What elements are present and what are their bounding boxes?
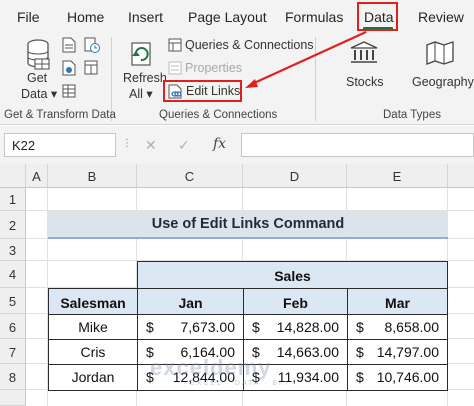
refresh-all-label-2: All ▾ [129,87,153,101]
from-text-icon[interactable] [62,37,76,53]
database-icon [27,39,50,70]
enter-icon[interactable]: ✓ [178,137,190,154]
amount-value: 8,658.00 [384,319,440,335]
group-label-get-transform: Get & Transform Data [4,109,116,121]
row-header-7[interactable]: 7 [0,339,26,364]
cell-amount[interactable]: $ 7,673.00 [137,314,244,340]
row-header-1[interactable]: 1 [0,188,26,211]
amount-value: 11,934.00 [277,369,339,385]
cell-amount[interactable]: $ 8,658.00 [347,314,448,340]
tab-home[interactable]: Home [67,9,104,25]
row-header-3[interactable]: 3 [0,239,26,261]
column-header-f[interactable] [448,164,474,188]
currency-symbol: $ [146,319,154,335]
stocks-icon [350,41,378,63]
group-label-data-types: Data Types [383,109,441,121]
row-header-9[interactable] [0,390,26,406]
get-data-button[interactable]: Get Data ▾ [18,71,58,101]
currency-symbol: $ [356,344,364,360]
recent-sources-icon[interactable] [84,37,100,53]
amount-value: 7,673.00 [180,319,236,335]
amount-value: 10,746.00 [376,369,439,385]
header-feb[interactable]: Feb [243,288,348,315]
cell-salesman[interactable]: Mike [48,314,138,340]
formula-bar: K22 ⋮ ✕ ✓ fx [0,126,474,164]
dots-icon: ⋮ [122,138,132,149]
ribbon-panel: Get Data ▾ Refresh All ▾ Queries & Conne… [0,33,474,125]
from-web-icon[interactable] [62,60,76,76]
sheet-title[interactable]: Use of Edit Links Command [48,211,448,238]
row-header-8[interactable]: 8 [0,364,26,390]
currency-symbol: $ [356,319,364,335]
geography-icon [426,41,454,65]
queries-connections-icon [168,38,182,52]
tab-page-layout[interactable]: Page Layout [188,9,267,25]
currency-symbol: $ [252,319,260,335]
stocks-button[interactable]: Stocks [346,75,384,89]
watermark-logo: exceldemy [150,355,272,380]
group-label-queries: Queries & Connections [159,109,278,121]
name-box[interactable]: K22 [4,133,116,157]
geography-button[interactable]: Geography [412,75,474,89]
properties-icon [168,61,182,75]
column-header-c[interactable]: C [137,164,243,188]
sales-header[interactable]: Sales [137,261,448,289]
formula-input[interactable] [241,133,474,157]
highlight-box-data-tab [357,2,398,31]
row-header-4[interactable]: 4 [0,261,26,288]
row-header-5[interactable]: 5 [0,288,26,314]
header-jan[interactable]: Jan [137,288,244,315]
column-header-a[interactable]: A [26,164,48,188]
column-header-b[interactable]: B [48,164,137,188]
cell-salesman[interactable]: Jordan [48,364,138,391]
watermark-tagline: EXCEL · DATA · BI [190,380,283,387]
refresh-all-button[interactable]: Refresh All ▾ [120,71,167,101]
row-header-2[interactable]: 2 [0,211,26,239]
tab-formulas[interactable]: Formulas [285,9,343,25]
refresh-icon [131,42,151,66]
separator [315,37,316,121]
fx-icon[interactable]: fx [213,136,226,152]
cell-amount[interactable]: $ 14,797.00 [347,339,448,365]
header-mar[interactable]: Mar [347,288,448,315]
highlight-box-edit-links [163,80,242,102]
tab-file[interactable]: File [17,9,40,25]
amount-value: 14,828.00 [276,319,339,335]
cell-amount[interactable]: $ 14,828.00 [243,314,348,340]
header-salesman[interactable]: Salesman [48,288,138,315]
select-all-corner[interactable] [0,164,26,188]
properties-button[interactable]: Properties [185,61,242,75]
amount-value: 14,797.00 [376,344,439,360]
refresh-all-label-1: Refresh [123,71,167,85]
tab-review[interactable]: Review [418,9,464,25]
title-underline [48,237,448,239]
from-table-icon[interactable] [62,83,76,99]
column-header-e[interactable]: E [347,164,448,188]
existing-connections-icon[interactable] [84,60,100,76]
cancel-icon[interactable]: ✕ [145,137,157,154]
row-header-6[interactable]: 6 [0,314,26,339]
ribbon-tab-bar: File Home Insert Page Layout Formulas Da… [0,0,474,33]
tab-insert[interactable]: Insert [128,9,163,25]
get-data-label-1: Get [27,71,48,85]
get-data-label-2: Data ▾ [21,87,58,101]
cell-amount[interactable]: $ 10,746.00 [347,364,448,391]
queries-connections-button[interactable]: Queries & Connections [185,38,314,52]
amount-value: 14,663.00 [276,344,339,360]
currency-symbol: $ [356,369,364,385]
column-header-d[interactable]: D [243,164,347,188]
cell-salesman[interactable]: Cris [48,339,138,365]
